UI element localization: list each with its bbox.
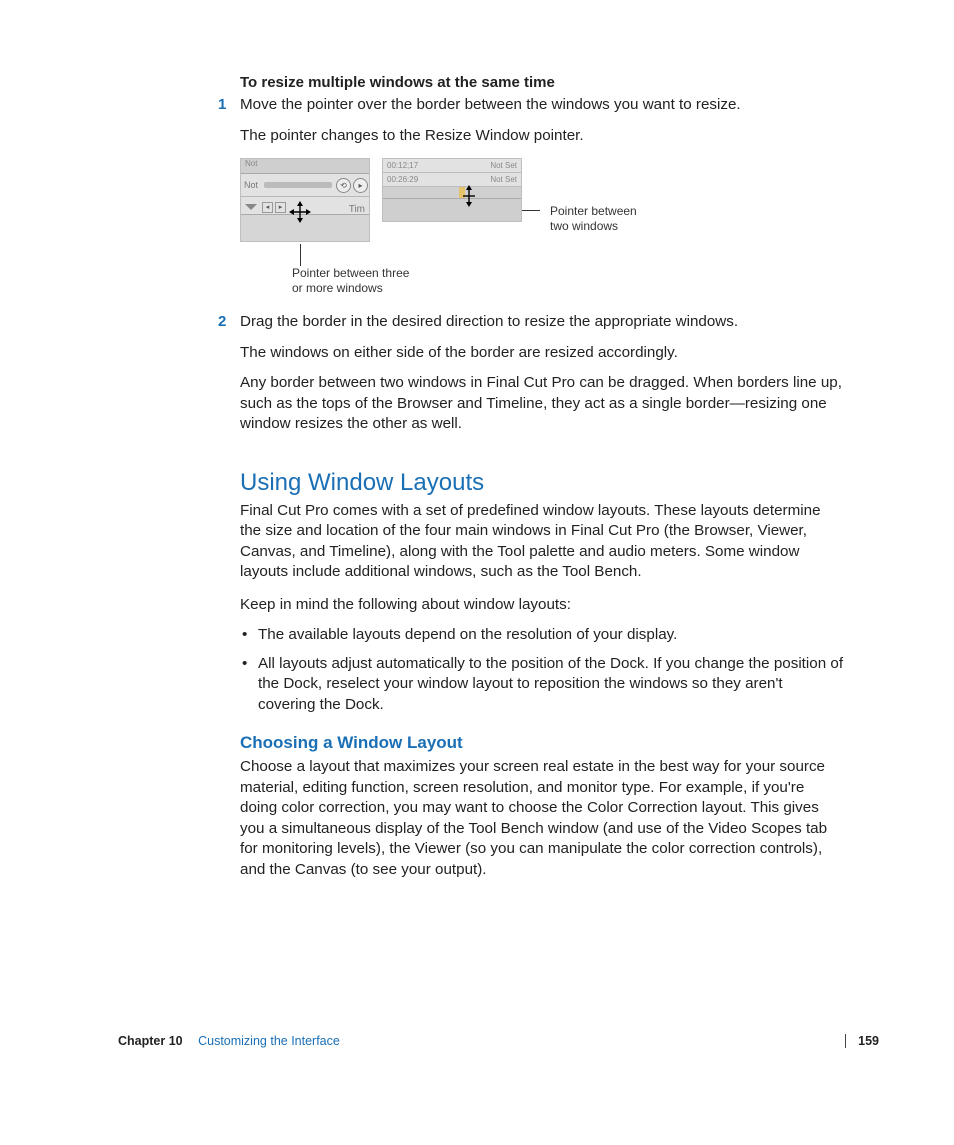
procedure-title: To resize multiple windows at the same t… (240, 74, 844, 91)
section-keep: Keep in mind the following about window … (240, 595, 844, 616)
callout-right: Pointer between two windows (550, 204, 670, 234)
right-arrow-icon: ▸ (275, 202, 286, 213)
subsection-para: Choose a layout that maximizes your scre… (240, 757, 844, 880)
callout-leader-right (522, 210, 540, 211)
dropdown-icon (245, 204, 257, 210)
subsection-title: Choosing a Window Layout (240, 733, 844, 753)
tc1: 00:12;17 (387, 161, 418, 170)
shot1-tab: Not (241, 159, 369, 174)
step-number-2: 2 (218, 312, 226, 332)
shot1-not: Not (241, 180, 261, 190)
bullet-2: All layouts adjust automatically to the … (240, 654, 844, 716)
round-button-a-icon: ⟲ (336, 178, 351, 193)
resize-pointer-figure: Not Not ⟲ ▸ ◂ ▸ Tim (240, 158, 844, 296)
tc4: Not Set (490, 175, 517, 184)
timeline-lower (383, 198, 521, 221)
left-arrow-icon: ◂ (262, 202, 273, 213)
footer-chapter-title: Customizing the Interface (198, 1034, 340, 1048)
round-button-b-icon: ▸ (353, 178, 368, 193)
screenshot-right: 00:12;17 Not Set 00:26:29 Not Set (382, 158, 522, 222)
step-1-text: Move the pointer over the border between… (240, 96, 741, 113)
section-title: Using Window Layouts (240, 469, 844, 497)
step-2-para: Any border between two windows in Final … (240, 373, 844, 435)
callout-bottom: Pointer between three or more windows (292, 266, 844, 296)
callout-leader-down (300, 244, 301, 266)
step-2-follow: The windows on either side of the border… (240, 343, 844, 364)
progress-bar-icon (264, 182, 332, 188)
step-number-1: 1 (218, 95, 226, 115)
page-footer: Chapter 10 Customizing the Interface 159 (118, 1034, 879, 1048)
tc3: 00:26:29 (387, 175, 418, 184)
tc2: Not Set (490, 161, 517, 170)
step-1-follow: The pointer changes to the Resize Window… (240, 126, 844, 147)
footer-page-number: 159 (845, 1034, 879, 1048)
track-area (241, 214, 369, 241)
bullet-1: The available layouts depend on the reso… (240, 625, 844, 646)
section-intro: Final Cut Pro comes with a set of predef… (240, 501, 844, 583)
footer-chapter: Chapter 10 (118, 1034, 183, 1048)
vertical-resize-cursor-icon (463, 187, 475, 205)
screenshot-left: Not Not ⟲ ▸ ◂ ▸ Tim (240, 158, 370, 242)
step-2-text: Drag the border in the desired direction… (240, 313, 738, 330)
